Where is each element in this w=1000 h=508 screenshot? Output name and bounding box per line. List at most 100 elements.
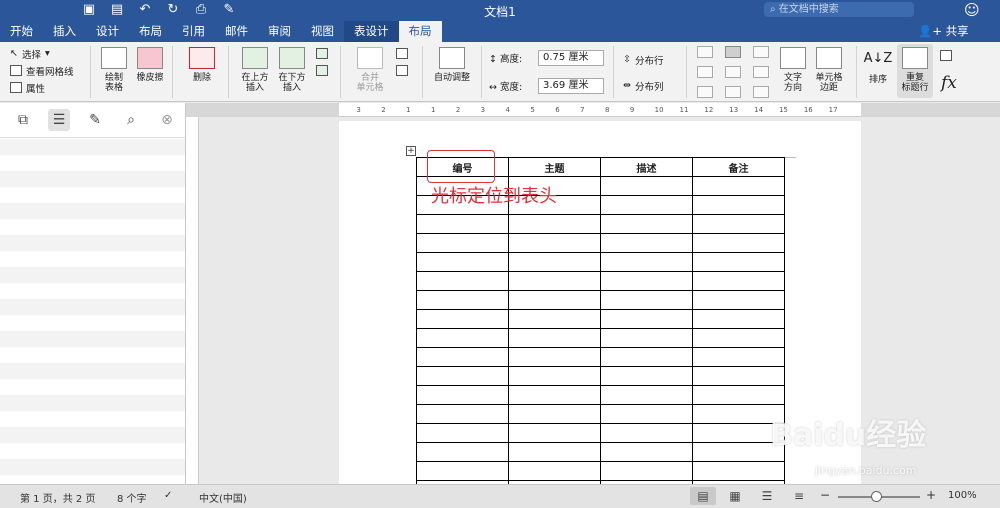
- table-cell[interactable]: [600, 309, 693, 329]
- table-cell[interactable]: [416, 252, 509, 272]
- sort-button[interactable]: A↓Z 排序: [863, 47, 893, 85]
- align-middle-center[interactable]: [725, 66, 741, 78]
- edit-icon[interactable]: ✎: [84, 109, 106, 131]
- table-cell[interactable]: [692, 347, 785, 367]
- tab-table-layout[interactable]: 布局: [398, 21, 442, 42]
- insert-below-button[interactable]: 在下方 插入: [274, 47, 310, 93]
- convert-to-text-icon[interactable]: [940, 50, 952, 61]
- table-header-cell[interactable]: 描述: [600, 157, 693, 177]
- draw-table-button[interactable]: 绘制 表格: [98, 47, 130, 93]
- table-cell[interactable]: [600, 442, 693, 462]
- split-table-icon[interactable]: [396, 65, 408, 76]
- table-cell[interactable]: [508, 461, 601, 481]
- table-cell[interactable]: [508, 271, 601, 291]
- table-cell[interactable]: [508, 385, 601, 405]
- height-input[interactable]: 0.75 厘米: [538, 50, 604, 66]
- align-bottom-right[interactable]: [753, 86, 769, 98]
- table-cell[interactable]: [416, 214, 509, 234]
- table-cell[interactable]: [600, 176, 693, 196]
- table-cell[interactable]: [600, 385, 693, 405]
- width-input[interactable]: 3.69 厘米: [538, 78, 604, 94]
- autofit-button[interactable]: 自动调整: [430, 47, 474, 83]
- table-cell[interactable]: [600, 461, 693, 481]
- table-cell[interactable]: [600, 328, 693, 348]
- vertical-ruler[interactable]: [186, 117, 199, 484]
- tab-home[interactable]: 开始: [0, 21, 43, 42]
- proofing-icon[interactable]: ✓: [164, 490, 172, 501]
- table-cell[interactable]: [692, 195, 785, 215]
- share-button[interactable]: 👤+ 共享: [918, 22, 969, 40]
- tab-table-design[interactable]: 表设计: [344, 21, 399, 42]
- align-bottom-center[interactable]: [725, 86, 741, 98]
- view-gridlines-button[interactable]: 查看网格线: [10, 62, 74, 79]
- align-bottom-left[interactable]: [697, 86, 713, 98]
- zoom-slider-knob[interactable]: [871, 491, 882, 502]
- table-cell[interactable]: [600, 290, 693, 310]
- thumbnails-icon[interactable]: ⧉: [12, 109, 34, 131]
- tab-review[interactable]: 审阅: [258, 21, 301, 42]
- table-cell[interactable]: [416, 309, 509, 329]
- table-header-cell[interactable]: 备注: [692, 157, 785, 177]
- table-cell[interactable]: [416, 385, 509, 405]
- table-cell[interactable]: [692, 385, 785, 405]
- search-input[interactable]: ⌕ 在文档中搜索: [764, 2, 914, 17]
- zoom-in-icon[interactable]: +: [926, 488, 936, 502]
- table-move-handle-icon[interactable]: +: [406, 146, 416, 156]
- tab-insert[interactable]: 插入: [43, 21, 86, 42]
- table-cell[interactable]: [692, 271, 785, 291]
- table-header-cell[interactable]: 主题: [508, 157, 601, 177]
- tab-mailings[interactable]: 邮件: [215, 21, 258, 42]
- table-cell[interactable]: [600, 252, 693, 272]
- delete-button[interactable]: 删除: [182, 47, 222, 83]
- outline-view-icon[interactable]: ☰: [754, 487, 780, 505]
- eraser-button[interactable]: 橡皮擦: [134, 47, 166, 83]
- table-cell[interactable]: [508, 404, 601, 424]
- search-icon[interactable]: ⌕: [120, 109, 142, 131]
- table-cell[interactable]: [416, 271, 509, 291]
- table-cell[interactable]: [416, 423, 509, 443]
- word-count[interactable]: 8 个字: [117, 490, 147, 505]
- web-layout-view-icon[interactable]: ▦: [722, 487, 748, 505]
- table-cell[interactable]: [692, 252, 785, 272]
- table-cell[interactable]: [600, 195, 693, 215]
- table-cell[interactable]: [508, 252, 601, 272]
- merge-cells-button[interactable]: 合并 单元格: [352, 47, 388, 93]
- table-cell[interactable]: [508, 328, 601, 348]
- split-cells-icon[interactable]: [396, 48, 408, 59]
- tab-design[interactable]: 设计: [86, 21, 129, 42]
- table-cell[interactable]: [600, 347, 693, 367]
- table-cell[interactable]: [508, 214, 601, 234]
- distribute-rows-button[interactable]: ⇳ 分布行: [623, 51, 663, 68]
- table-cell[interactable]: [416, 233, 509, 253]
- horizontal-ruler[interactable]: 3 2 1 1 2 3 4 5 6 7 8 9 10 11 12 13 14 15 16 17: [339, 103, 861, 117]
- table-cell[interactable]: [600, 271, 693, 291]
- tab-view[interactable]: 视图: [301, 21, 344, 42]
- table-cell[interactable]: [692, 176, 785, 196]
- page-count[interactable]: 第 1 页，共 2 页: [20, 490, 95, 505]
- table-cell[interactable]: [508, 366, 601, 386]
- table-cell[interactable]: [416, 347, 509, 367]
- tab-layout[interactable]: 布局: [129, 21, 172, 42]
- align-top-center[interactable]: [725, 46, 741, 58]
- table-cell[interactable]: [600, 423, 693, 443]
- table-cell[interactable]: [692, 461, 785, 481]
- insert-right-icon[interactable]: [316, 65, 328, 76]
- align-top-left[interactable]: [697, 46, 713, 58]
- insert-left-icon[interactable]: [316, 48, 328, 59]
- table-cell[interactable]: [508, 442, 601, 462]
- table-cell[interactable]: [600, 214, 693, 234]
- zoom-out-icon[interactable]: −: [820, 488, 830, 502]
- draft-view-icon[interactable]: ≡: [786, 487, 812, 505]
- cell-margins-button[interactable]: 单元格 边距: [812, 47, 846, 93]
- table-cell[interactable]: [692, 366, 785, 386]
- tab-references[interactable]: 引用: [172, 21, 215, 42]
- insert-above-button[interactable]: 在上方 插入: [237, 47, 273, 93]
- table-cell[interactable]: [416, 328, 509, 348]
- document-map-icon[interactable]: ☰: [48, 109, 70, 131]
- properties-button[interactable]: 属性: [10, 79, 74, 96]
- table-cell[interactable]: [416, 461, 509, 481]
- language[interactable]: 中文(中国): [199, 490, 247, 505]
- table-cell[interactable]: [600, 366, 693, 386]
- table-cell[interactable]: [416, 404, 509, 424]
- table-cell[interactable]: [692, 290, 785, 310]
